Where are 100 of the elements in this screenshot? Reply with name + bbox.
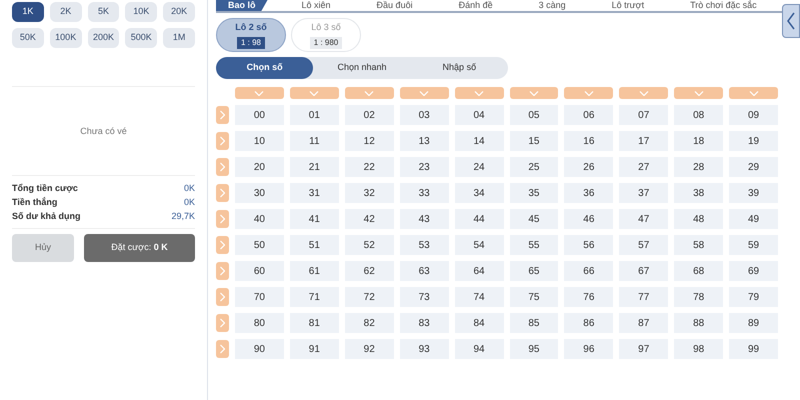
number-cell[interactable]: 15 xyxy=(510,131,558,151)
column-select-button[interactable] xyxy=(400,87,449,99)
number-cell[interactable]: 94 xyxy=(454,339,504,359)
row-select-button[interactable] xyxy=(216,158,229,176)
number-cell[interactable]: 35 xyxy=(510,183,558,203)
number-cell[interactable]: 91 xyxy=(290,339,339,359)
tab[interactable]: 3 càng xyxy=(526,0,578,11)
number-cell[interactable]: 22 xyxy=(344,157,394,177)
number-cell[interactable]: 74 xyxy=(454,287,504,307)
tab[interactable]: Bao lô xyxy=(216,0,268,11)
number-cell[interactable]: 73 xyxy=(400,287,449,307)
number-cell[interactable]: 89 xyxy=(729,313,778,333)
number-cell[interactable]: 34 xyxy=(454,183,504,203)
amount-chip[interactable]: 200K xyxy=(88,28,120,48)
amount-chip[interactable]: 1K xyxy=(12,2,44,22)
tab[interactable]: Trò chơi đặc sắc xyxy=(678,0,769,11)
number-cell[interactable]: 37 xyxy=(619,183,668,203)
column-select-button[interactable] xyxy=(290,87,339,99)
number-cell[interactable]: 75 xyxy=(510,287,558,307)
number-cell[interactable]: 32 xyxy=(344,183,394,203)
column-select-button[interactable] xyxy=(729,87,778,99)
number-cell[interactable]: 67 xyxy=(619,261,668,281)
number-cell[interactable]: 29 xyxy=(729,157,778,177)
number-cell[interactable]: 09 xyxy=(729,105,778,125)
row-select-button[interactable] xyxy=(216,340,229,358)
column-select-button[interactable] xyxy=(235,87,284,99)
number-cell[interactable]: 08 xyxy=(674,105,724,125)
number-cell[interactable]: 81 xyxy=(290,313,339,333)
tab[interactable]: Đánh đề xyxy=(446,0,505,11)
number-cell[interactable]: 51 xyxy=(290,235,339,255)
row-select-button[interactable] xyxy=(216,314,229,332)
number-cell[interactable]: 50 xyxy=(235,235,284,255)
number-cell[interactable]: 31 xyxy=(290,183,339,203)
number-cell[interactable]: 56 xyxy=(564,235,614,255)
number-cell[interactable]: 42 xyxy=(344,209,394,229)
number-cell[interactable]: 45 xyxy=(510,209,558,229)
number-cell[interactable]: 39 xyxy=(729,183,778,203)
number-cell[interactable]: 59 xyxy=(729,235,778,255)
number-cell[interactable]: 71 xyxy=(290,287,339,307)
number-cell[interactable]: 80 xyxy=(235,313,284,333)
place-bet-button[interactable]: Đặt cược: 0 K xyxy=(84,234,195,262)
amount-chip[interactable]: 2K xyxy=(50,2,82,22)
number-cell[interactable]: 49 xyxy=(729,209,778,229)
number-cell[interactable]: 41 xyxy=(290,209,339,229)
number-cell[interactable]: 30 xyxy=(235,183,284,203)
number-cell[interactable]: 70 xyxy=(235,287,284,307)
row-select-button[interactable] xyxy=(216,184,229,202)
number-cell[interactable]: 40 xyxy=(235,209,284,229)
number-cell[interactable]: 46 xyxy=(564,209,614,229)
mode-tab[interactable]: Chọn nhanh xyxy=(313,57,411,79)
row-select-button[interactable] xyxy=(216,132,229,150)
number-cell[interactable]: 24 xyxy=(454,157,504,177)
number-cell[interactable]: 76 xyxy=(564,287,614,307)
number-cell[interactable]: 86 xyxy=(564,313,614,333)
number-cell[interactable]: 62 xyxy=(344,261,394,281)
number-cell[interactable]: 52 xyxy=(344,235,394,255)
cancel-button[interactable]: Hủy xyxy=(12,234,74,262)
number-cell[interactable]: 93 xyxy=(400,339,449,359)
number-cell[interactable]: 28 xyxy=(674,157,724,177)
mode-tab[interactable]: Nhập số xyxy=(410,57,508,79)
column-select-button[interactable] xyxy=(510,87,558,99)
number-cell[interactable]: 69 xyxy=(729,261,778,281)
amount-chip[interactable]: 1M xyxy=(163,28,195,48)
row-select-button[interactable] xyxy=(216,106,229,124)
number-cell[interactable]: 12 xyxy=(344,131,394,151)
number-cell[interactable]: 26 xyxy=(564,157,614,177)
number-cell[interactable]: 21 xyxy=(290,157,339,177)
number-cell[interactable]: 66 xyxy=(564,261,614,281)
number-cell[interactable]: 90 xyxy=(235,339,284,359)
number-cell[interactable]: 13 xyxy=(400,131,449,151)
number-cell[interactable]: 72 xyxy=(344,287,394,307)
number-cell[interactable]: 65 xyxy=(510,261,558,281)
tab[interactable]: Lô xiên xyxy=(290,0,343,11)
number-cell[interactable]: 55 xyxy=(510,235,558,255)
number-cell[interactable]: 92 xyxy=(344,339,394,359)
number-cell[interactable]: 63 xyxy=(400,261,449,281)
number-cell[interactable]: 84 xyxy=(454,313,504,333)
number-cell[interactable]: 68 xyxy=(674,261,724,281)
mode-tab[interactable]: Chọn số xyxy=(216,57,314,79)
number-cell[interactable]: 79 xyxy=(729,287,778,307)
number-cell[interactable]: 54 xyxy=(454,235,504,255)
number-cell[interactable]: 10 xyxy=(235,131,284,151)
number-cell[interactable]: 47 xyxy=(619,209,668,229)
number-cell[interactable]: 03 xyxy=(400,105,449,125)
number-cell[interactable]: 17 xyxy=(619,131,668,151)
number-cell[interactable]: 23 xyxy=(400,157,449,177)
number-cell[interactable]: 14 xyxy=(454,131,504,151)
amount-chip[interactable]: 500K xyxy=(125,28,158,48)
number-cell[interactable]: 33 xyxy=(400,183,449,203)
number-cell[interactable]: 01 xyxy=(290,105,339,125)
row-select-button[interactable] xyxy=(216,236,229,254)
amount-chip[interactable]: 10K xyxy=(125,2,158,22)
amount-chip[interactable]: 100K xyxy=(50,28,82,48)
number-cell[interactable]: 16 xyxy=(564,131,614,151)
number-cell[interactable]: 43 xyxy=(400,209,449,229)
number-cell[interactable]: 05 xyxy=(510,105,558,125)
number-cell[interactable]: 11 xyxy=(290,131,339,151)
number-cell[interactable]: 99 xyxy=(729,339,778,359)
number-cell[interactable]: 60 xyxy=(235,261,284,281)
number-cell[interactable]: 78 xyxy=(674,287,724,307)
